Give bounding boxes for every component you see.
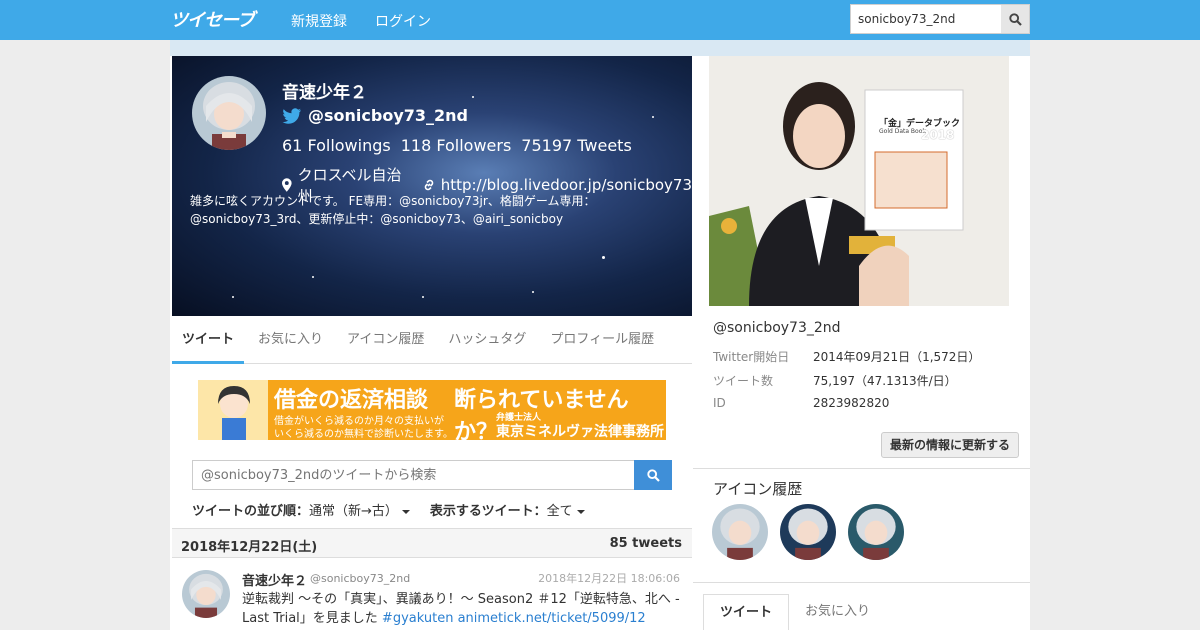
search-icon <box>646 468 660 482</box>
tweet-search-button[interactable] <box>634 460 672 490</box>
tab-profile-history[interactable]: プロフィール履歴 <box>540 316 664 364</box>
header-search-input[interactable] <box>851 5 1001 33</box>
star <box>532 291 534 293</box>
star <box>472 96 474 98</box>
display-filter-label: 表示するツイート： <box>429 504 547 519</box>
divider <box>693 468 1030 469</box>
avatar[interactable] <box>192 76 266 150</box>
profile-name: 音速少年２ <box>282 83 367 103</box>
sidebar-handle: @sonicboy73_2nd <box>713 320 841 336</box>
tweet-search <box>192 460 672 490</box>
caret-down-icon <box>576 509 585 514</box>
profile-handle-row: @sonicboy73_2nd <box>282 106 468 125</box>
tweet-author-handle[interactable]: @sonicboy73_2nd <box>310 572 410 585</box>
icon-history-item[interactable] <box>712 504 768 560</box>
profile-handle[interactable]: @sonicboy73_2nd <box>308 106 468 125</box>
info-key: ID <box>713 396 726 410</box>
info-key: ツイート数 <box>713 374 774 388</box>
followers-count[interactable]: 118 Followers <box>401 136 512 155</box>
sort-order-dropdown[interactable]: ツイートの並び順：通常（新→古） <box>192 500 410 519</box>
sidebar: 「金」データブック Gold Data Book 2018 @sonicboy7… <box>693 56 1030 630</box>
update-info-button[interactable]: 最新の情報に更新する <box>881 432 1019 458</box>
tweet-search-input[interactable] <box>193 461 633 489</box>
sort-row: ツイートの並び順：通常（新→古） 表示するツイート：全て <box>192 500 585 519</box>
date-bar: 2018年12月22日(土) 85 tweets <box>172 528 692 558</box>
header-search-button[interactable] <box>1001 5 1029 33</box>
tweet-link[interactable]: animetick.net/ticket/5099/12 <box>458 611 646 626</box>
divider <box>693 582 1030 583</box>
avatar-image <box>780 504 836 560</box>
ad-character <box>198 380 268 440</box>
caret-down-icon <box>401 509 410 514</box>
info-value: 2014年09月21日（1,572日） <box>813 350 981 364</box>
tweet-text: 逆転裁判 ～その「真実」、異議あり！～ Season2 ＃12「逆転特急、北へ … <box>242 590 682 628</box>
avatar-image <box>712 504 768 560</box>
icon-history-item[interactable] <box>780 504 836 560</box>
date-bar-count: 85 tweets <box>609 536 682 551</box>
profile-stats: 61 Followings 118 Followers 75197 Tweets <box>282 136 632 155</box>
display-filter-dropdown[interactable]: 表示するツイート：全て <box>430 500 585 519</box>
star <box>232 296 234 298</box>
login-link[interactable]: ログイン <box>375 11 431 31</box>
sort-order-value: 通常（新→古） <box>309 504 398 519</box>
header-search <box>850 4 1030 34</box>
tweet-item[interactable]: 音速少年２ @sonicboy73_2nd 2018年12月22日 18:06:… <box>172 558 692 630</box>
tab-tweets[interactable]: ツイート <box>172 316 245 364</box>
profile-bio: 雑多に呟くアカウントです。 FE専用：@sonicboy73jr、格闘ゲーム専用… <box>190 194 596 226</box>
sidebar-tabs: ツイート お気に入り <box>703 594 1020 630</box>
register-link[interactable]: 新規登録 <box>291 11 347 31</box>
display-filter-value: 全て <box>546 504 573 519</box>
tab-hashtags[interactable]: ハッシュタグ <box>438 316 536 364</box>
ad-sub-2: いくら減るのか無料で診断いたします。 <box>274 429 453 440</box>
site-logo[interactable]: ツイセーブ <box>170 6 255 32</box>
sort-order-label: ツイートの並び順： <box>192 504 310 519</box>
link-icon <box>424 179 433 191</box>
tab-favorites[interactable]: お気に入り <box>248 316 333 364</box>
search-icon <box>1008 12 1022 26</box>
icon-history-item[interactable] <box>848 504 904 560</box>
tab-icon-history[interactable]: アイコン履歴 <box>337 316 434 364</box>
star <box>422 296 424 298</box>
navbar: ツイセーブ 新規登録 ログイン <box>0 0 1200 40</box>
tweet-timestamp[interactable]: 2018年12月22日 18:06:06 <box>538 570 680 586</box>
ad-book-subtitle: Gold Data Book <box>879 128 926 135</box>
star <box>312 276 314 278</box>
followings-count[interactable]: 61 Followings <box>282 136 391 155</box>
sidebar-ad-image[interactable]: 「金」データブック Gold Data Book 2018 <box>709 56 1009 306</box>
sidebar-tab-tweets[interactable]: ツイート <box>703 594 790 630</box>
icon-history-title: アイコン履歴 <box>713 480 803 498</box>
map-marker-icon <box>282 178 292 192</box>
top-band <box>170 40 1030 56</box>
tweet-author-name[interactable]: 音速少年２ <box>242 570 307 589</box>
ad-photo <box>709 56 1009 306</box>
avatar-image <box>848 504 904 560</box>
tweet-hashtag[interactable]: #gyakuten <box>382 611 454 626</box>
date-bar-date: 2018年12月22日(土) <box>181 540 318 555</box>
main-tabs: ツイート お気に入り アイコン履歴 ハッシュタグ プロフィール履歴 <box>172 316 692 364</box>
sidebar-tab-favorites[interactable]: お気に入り <box>789 594 886 630</box>
twitter-icon <box>282 107 301 124</box>
info-value: 75,197（47.1313件/日） <box>813 374 957 388</box>
avatar-image <box>192 76 266 150</box>
ad-headline: 借金の返済相談 <box>274 388 429 413</box>
info-value: 2823982820 <box>813 396 890 410</box>
ad-book-year: 2018 <box>921 128 955 142</box>
star <box>602 256 605 259</box>
avatar-image <box>182 570 230 618</box>
profile-card: 音速少年２ @sonicboy73_2nd 61 Followings 118 … <box>172 56 692 316</box>
tweet-avatar[interactable] <box>182 570 230 618</box>
star <box>652 116 654 118</box>
tweets-count[interactable]: 75197 Tweets <box>521 136 632 155</box>
info-key: Twitter開始日 <box>713 350 790 364</box>
main-container: 音速少年２ @sonicboy73_2nd 61 Followings 118 … <box>170 40 1030 630</box>
ad-firm: 東京ミネルヴァ法律事務所 <box>496 424 664 440</box>
ad-banner[interactable]: 借金の返済相談 断られていませんか？ 借金がいくら減るのか月々の支払いが いくら… <box>198 380 666 440</box>
